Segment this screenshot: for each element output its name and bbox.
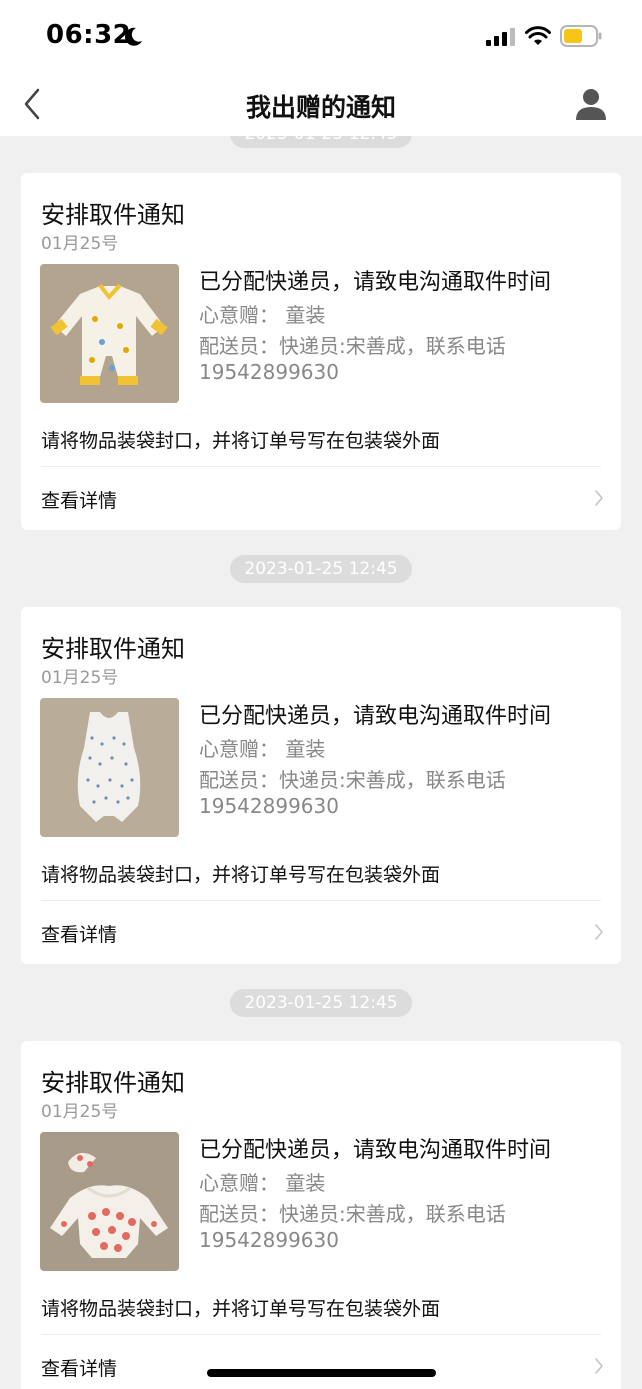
notification-card: 安排取件通知 01月25号 已分配快递员，请致电沟通取件时间 心意赠： 童装 配… (21, 1041, 621, 1389)
battery-icon (560, 25, 602, 47)
card-title: 安排取件通知 (41, 635, 185, 663)
status-time: 06:32 (46, 20, 132, 50)
card-date: 01月25号 (41, 234, 119, 254)
item-photo (40, 264, 179, 403)
status-headline: 已分配快递员，请致电沟通取件时间 (199, 704, 552, 729)
divider (41, 1334, 601, 1335)
view-details-link[interactable]: 查看详情 (41, 920, 117, 947)
item-photo (40, 1132, 179, 1271)
page-title: 我出赠的通知 (245, 93, 396, 122)
timestamp-pill: 2023-01-25 12:45 (230, 555, 412, 583)
card-title: 安排取件通知 (41, 201, 185, 229)
courier-phone[interactable]: 19542899630 (199, 794, 339, 818)
status-headline: 已分配快递员，请致电沟通取件时间 (199, 1138, 552, 1163)
notification-card: 安排取件通知 01月25号 已分配快递员，请致电沟通取件时间 心意赠： 童装 配… (21, 173, 621, 530)
courier-info: 配送员：快递员:宋善成，联系电话 (199, 768, 506, 792)
notification-list: 2023-01-25 12:45 安排取件通知 01月25号 已分配快递员，请致… (0, 136, 642, 1389)
status-bar: 06:32 (0, 0, 642, 72)
courier-phone[interactable]: 19542899630 (199, 360, 339, 384)
card-date: 01月25号 (41, 668, 119, 688)
courier-phone[interactable]: 19542899630 (199, 1228, 339, 1252)
notification-card: 安排取件通知 01月25号 已分配快递员，请致电沟通取件时间 心意赠： 童装 配… (21, 607, 621, 964)
card-date: 01月25号 (41, 1102, 119, 1122)
view-details-link[interactable]: 查看详情 (41, 1354, 117, 1381)
packing-note: 请将物品装袋封口，并将订单号写在包装袋外面 (41, 430, 441, 452)
courier-info: 配送员：快递员:宋善成，联系电话 (199, 334, 506, 358)
user-icon[interactable] (574, 87, 608, 121)
timestamp-pill: 2023-01-25 12:45 (230, 136, 412, 148)
view-details-link[interactable]: 查看详情 (41, 486, 117, 513)
home-indicator[interactable] (207, 1369, 436, 1377)
gift-category: 心意赠： 童装 (199, 1171, 326, 1195)
item-photo (40, 698, 179, 837)
timestamp-pill: 2023-01-25 12:45 (230, 989, 412, 1017)
nav-bar: 我出赠的通知 (0, 72, 642, 136)
divider (41, 900, 601, 901)
chevron-right-icon[interactable] (593, 1356, 605, 1376)
gift-category: 心意赠： 童装 (199, 737, 326, 761)
packing-note: 请将物品装袋封口，并将订单号写在包装袋外面 (41, 864, 441, 886)
card-title: 安排取件通知 (41, 1069, 185, 1097)
chevron-right-icon[interactable] (593, 922, 605, 942)
moon-icon (125, 27, 142, 46)
packing-note: 请将物品装袋封口，并将订单号写在包装袋外面 (41, 1298, 441, 1320)
gift-category: 心意赠： 童装 (199, 303, 326, 327)
status-headline: 已分配快递员，请致电沟通取件时间 (199, 270, 552, 295)
chevron-right-icon[interactable] (593, 488, 605, 508)
courier-info: 配送员：快递员:宋善成，联系电话 (199, 1202, 506, 1226)
signal-icon (486, 28, 515, 46)
divider (41, 466, 601, 467)
wifi-icon (525, 26, 551, 45)
